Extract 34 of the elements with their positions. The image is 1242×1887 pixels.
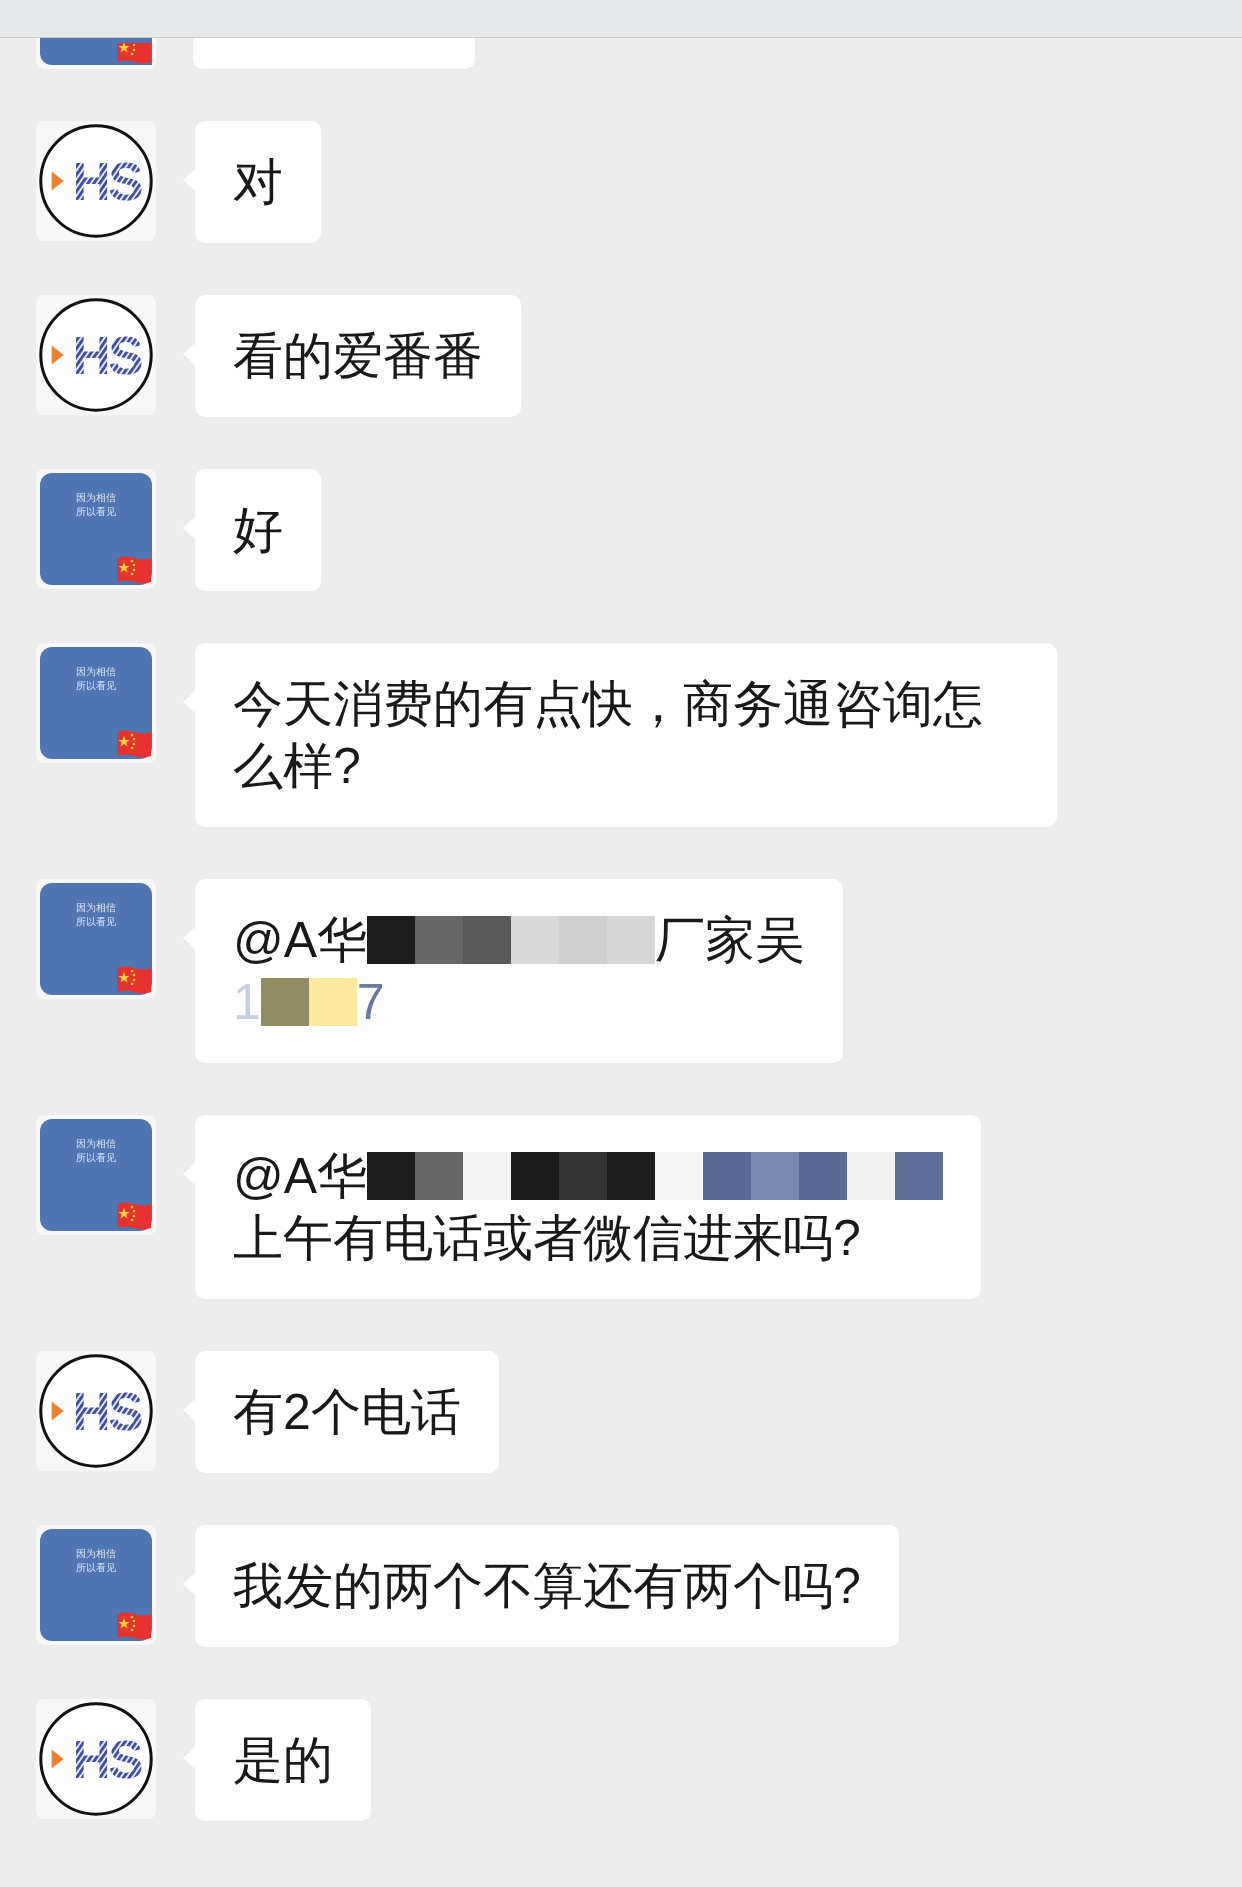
avatar[interactable]: 因为相信 所以看见 xyxy=(36,879,156,999)
avatar[interactable]: HS xyxy=(36,121,156,241)
avatar[interactable]: HS xyxy=(36,1351,156,1471)
message-text: 今天消费的有点快，商务通咨询怎么样? xyxy=(233,676,983,794)
avatar[interactable]: 因为相信 所以看见 xyxy=(36,1115,156,1235)
message-text: 有2个电话 xyxy=(233,1384,461,1440)
message-text: @A华 xyxy=(233,911,368,970)
avatar[interactable]: 因为相信 所以看见 xyxy=(36,1525,156,1645)
message-text: 是的 xyxy=(233,1732,333,1788)
avatar-caption: 因为相信 所以看见 xyxy=(76,1137,116,1165)
triangle-icon xyxy=(51,1401,64,1421)
avatar[interactable]: 因为相信 所以看见 xyxy=(36,643,156,763)
avatar[interactable]: 因为相信 所以看见 xyxy=(36,469,156,589)
message-text: 对 xyxy=(233,154,283,210)
avatar-caption: 因为相信 所以看见 xyxy=(76,665,116,693)
message-text: 上午有电话或者微信进来吗? xyxy=(233,1209,861,1268)
logo-text: HS xyxy=(72,1382,142,1442)
message-text: 7 xyxy=(356,973,385,1032)
message-text: 看的爱番番 xyxy=(233,328,483,384)
triangle-icon xyxy=(51,345,64,365)
avatar[interactable]: HS xyxy=(36,1699,156,1819)
message-text: 我发的两个不算还有两个吗? xyxy=(233,1558,861,1614)
avatar-caption: 因为相信 所以看见 xyxy=(76,1547,116,1575)
message-text: 好 xyxy=(233,502,283,558)
triangle-icon xyxy=(51,171,64,191)
logo-text: HS xyxy=(72,1730,142,1790)
logo-text: HS xyxy=(72,326,142,386)
avatar[interactable]: HS xyxy=(36,295,156,415)
logo-text: HS xyxy=(72,152,142,212)
message-text: @A华 xyxy=(233,1147,368,1206)
message-text: 厂家吴 xyxy=(655,911,806,970)
avatar-caption: 因为相信 所以看见 xyxy=(76,901,116,929)
avatar-caption: 因为相信 所以看见 xyxy=(76,491,116,519)
triangle-icon xyxy=(51,1749,64,1769)
